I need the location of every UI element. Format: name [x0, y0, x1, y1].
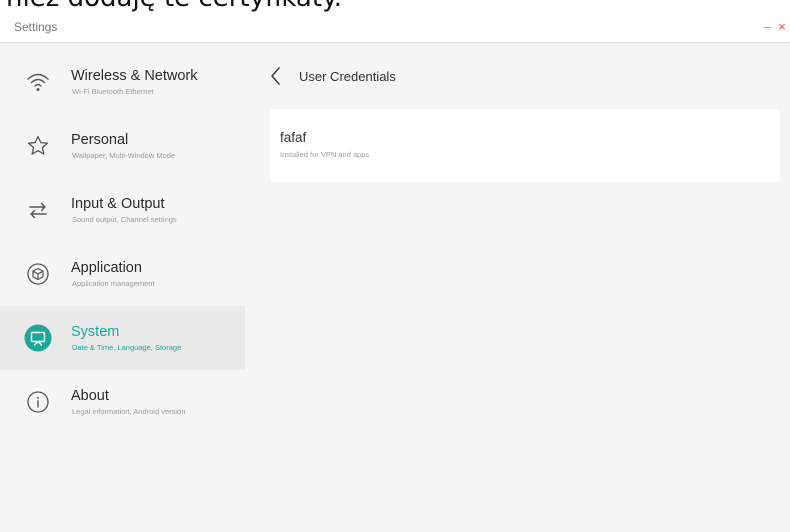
- credential-item[interactable]: fafaf Installed for VPN and apps: [270, 109, 780, 182]
- sidebar-item-sublabel: Sound output, Channel settings: [72, 215, 177, 224]
- caption-text: niez dodaję te certyfikaty.: [6, 0, 342, 13]
- sidebar-item-sublabel: Wallpaper, Multi-Window Mode: [72, 151, 176, 160]
- caption-strip: niez dodaję te certyfikaty.: [0, 0, 790, 16]
- info-icon: [24, 388, 52, 416]
- sidebar-item-sublabel: Legal information, Android version: [72, 407, 186, 416]
- cube-icon: [24, 260, 52, 288]
- window-title: Settings: [14, 20, 58, 34]
- page-title: User Credentials: [299, 69, 396, 84]
- minimize-button[interactable]: –: [760, 18, 774, 36]
- sidebar-item-sublabel: Application management: [72, 279, 155, 288]
- credential-detail: Installed for VPN and apps: [280, 150, 370, 159]
- close-button[interactable]: ×: [775, 18, 789, 36]
- sidebar-item-wireless-network[interactable]: Wireless & Network Wi-Fi Bluetooth Ether…: [0, 50, 245, 114]
- sidebar-item-sublabel: Date & Time, Language, Storage: [72, 343, 182, 352]
- credential-name: fafaf: [280, 130, 307, 145]
- star-icon: [24, 132, 52, 160]
- title-bar: Settings – ×: [0, 16, 790, 43]
- monitor-icon: [24, 324, 52, 352]
- sidebar-item-label: System: [71, 324, 120, 340]
- sidebar-item-personal[interactable]: Personal Wallpaper, Multi-Window Mode: [0, 114, 245, 178]
- sidebar: Wireless & Network Wi-Fi Bluetooth Ether…: [0, 43, 245, 532]
- sidebar-item-label: Application: [71, 260, 142, 276]
- sidebar-item-label: Wireless & Network: [71, 68, 198, 84]
- back-button[interactable]: [267, 65, 285, 87]
- sidebar-item-system[interactable]: System Date & Time, Language, Storage: [0, 306, 245, 370]
- settings-window: Settings – × Wireless & Network Wi-Fi Bl…: [0, 16, 790, 532]
- swap-arrows-icon: [24, 196, 52, 224]
- sidebar-item-about[interactable]: About Legal information, Android version: [0, 370, 245, 434]
- content-pane: User Credentials fafaf Installed for VPN…: [245, 43, 790, 532]
- sidebar-item-input-output[interactable]: Input & Output Sound output, Channel set…: [0, 178, 245, 242]
- sidebar-item-application[interactable]: Application Application management: [0, 242, 245, 306]
- wifi-icon: [24, 68, 52, 96]
- sidebar-item-label: Personal: [71, 132, 129, 148]
- sidebar-item-sublabel: Wi-Fi Bluetooth Ethernet: [72, 87, 154, 96]
- sidebar-item-label: About: [71, 388, 109, 404]
- chevron-left-icon: [271, 67, 280, 85]
- sidebar-item-label: Input & Output: [71, 196, 165, 212]
